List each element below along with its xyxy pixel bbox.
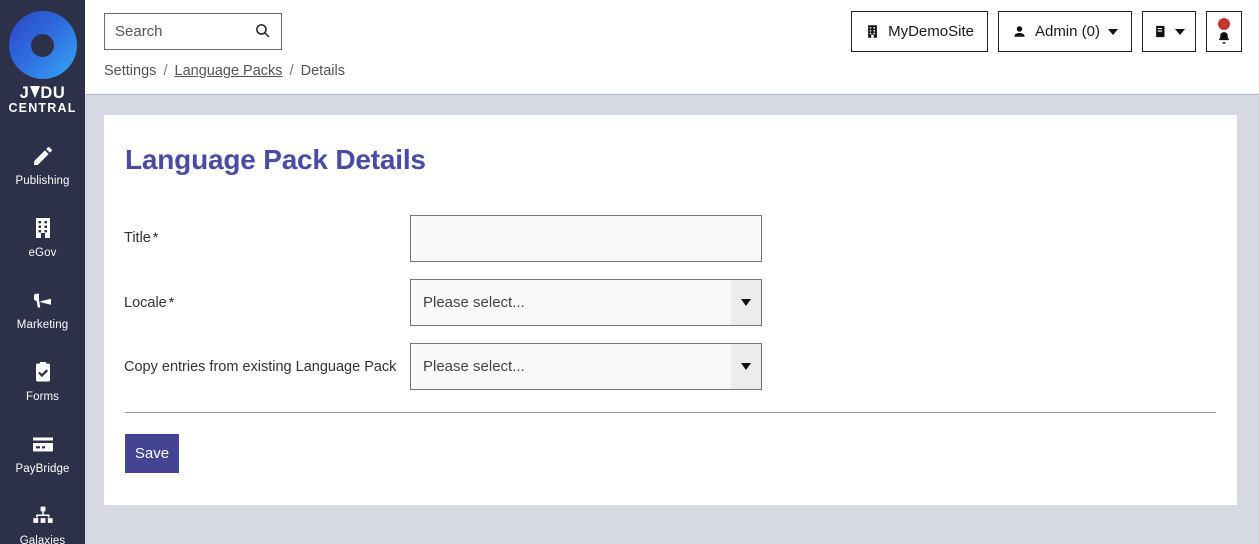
app-window: J DU CENTRAL Publishing eGov Marketing F…	[0, 0, 1259, 544]
form-row-title: Title *	[124, 215, 1217, 262]
notifications-button[interactable]	[1206, 11, 1242, 52]
sidebar-item-label: Publishing	[15, 174, 70, 187]
brand-logo[interactable]: J DU CENTRAL	[0, 0, 85, 115]
jadu-ring-logo-icon	[8, 11, 77, 79]
sidebar-item-label: eGov	[28, 246, 57, 259]
form-row-locale: Locale * Please select...	[124, 279, 1217, 326]
sidebar-item-egov[interactable]: eGov	[0, 201, 85, 273]
brand-subtitle: CENTRAL	[8, 101, 77, 116]
breadcrumb-item-details: Details	[300, 63, 345, 79]
sidebar-item-publishing[interactable]: Publishing	[0, 129, 85, 201]
form-label-text: Locale	[124, 295, 167, 311]
page-title: Language Pack Details	[125, 144, 426, 175]
user-icon	[1012, 23, 1027, 40]
form-label-copy-entries: Copy entries from existing Language Pack	[124, 343, 410, 377]
form-label-title: Title *	[124, 215, 410, 248]
clipboard-check-icon	[31, 360, 55, 384]
required-indicator: *	[152, 229, 159, 245]
sidebar-item-forms[interactable]: Forms	[0, 345, 85, 417]
sidebar-item-paybridge[interactable]: PayBridge	[0, 417, 85, 489]
copy-entries-select[interactable]: Please select...	[410, 343, 762, 390]
save-button[interactable]: Save	[125, 434, 179, 473]
main-area: Settings / Language Packs / Details MyDe…	[85, 0, 1259, 544]
megaphone-icon	[31, 288, 55, 312]
brand-name: J DU	[8, 84, 76, 102]
site-selector-label: MyDemoSite	[888, 23, 974, 40]
form-label-text: Copy entries from existing Language Pack	[124, 359, 397, 375]
bell-glyph	[1215, 30, 1233, 46]
required-indicator: *	[168, 294, 175, 310]
sidebar-item-label: Forms	[25, 390, 60, 403]
logo-hole	[31, 33, 54, 57]
chevron-down-icon[interactable]	[731, 344, 761, 389]
bell-icon	[1215, 17, 1233, 46]
form-row-copy-entries: Copy entries from existing Language Pack…	[124, 343, 1217, 390]
content-area: Language Pack Details Title * Locale * P…	[85, 95, 1259, 544]
search-input[interactable]	[105, 14, 245, 49]
sidebar-nav: Publishing eGov Marketing Forms PayBridg…	[0, 129, 85, 544]
locale-select[interactable]: Please select...	[410, 279, 762, 326]
form-label-text: Title	[124, 230, 151, 246]
sidebar-item-marketing[interactable]: Marketing	[0, 273, 85, 345]
chevron-down-icon[interactable]	[731, 280, 761, 325]
form-label-locale: Locale *	[124, 279, 410, 313]
search-box[interactable]	[104, 13, 282, 50]
sitemap-icon	[31, 504, 55, 528]
breadcrumb: Settings / Language Packs / Details	[104, 63, 345, 79]
sidebar: J DU CENTRAL Publishing eGov Marketing F…	[0, 0, 85, 544]
sidebar-item-label: PayBridge	[15, 462, 70, 475]
sidebar-item-label: Marketing	[16, 318, 69, 331]
form-control-title	[410, 215, 762, 262]
help-menu-button[interactable]	[1142, 11, 1196, 52]
pencil-icon	[31, 144, 55, 168]
brand-triangle-a-icon	[29, 86, 40, 98]
chevron-down-icon	[1108, 28, 1118, 35]
chevron-down-icon	[1175, 28, 1185, 35]
copy-entries-select-value: Please select...	[423, 358, 525, 375]
breadcrumb-item-settings[interactable]: Settings	[104, 63, 156, 79]
sidebar-item-galaxies[interactable]: Galaxies	[0, 489, 85, 544]
book-icon	[1153, 23, 1168, 40]
title-input[interactable]	[410, 215, 762, 262]
details-card: Language Pack Details Title * Locale * P…	[104, 115, 1237, 505]
locale-select-value: Please select...	[423, 294, 525, 311]
building-icon	[31, 216, 55, 240]
brand-name-part2: DU	[40, 84, 66, 102]
sidebar-item-label: Galaxies	[19, 534, 66, 544]
breadcrumb-separator: /	[289, 63, 294, 79]
notification-badge	[1218, 17, 1230, 30]
admin-menu-label: Admin (0)	[1034, 23, 1100, 40]
search-button[interactable]	[245, 14, 279, 49]
top-bar: Settings / Language Packs / Details MyDe…	[85, 0, 1259, 95]
breadcrumb-item-language-packs[interactable]: Language Packs	[175, 63, 283, 79]
building-icon	[865, 23, 880, 40]
language-pack-form: Title * Locale * Please select... Copy e…	[124, 215, 1217, 473]
form-control-copy-entries: Please select...	[410, 343, 762, 390]
credit-card-icon	[31, 432, 55, 456]
admin-menu-button[interactable]: Admin (0)	[997, 11, 1132, 52]
site-selector-button[interactable]: MyDemoSite	[851, 11, 988, 52]
form-control-locale: Please select...	[410, 279, 762, 326]
form-divider	[125, 412, 1216, 413]
top-bar-actions: MyDemoSite Admin (0)	[851, 11, 1242, 52]
brand-text: J DU CENTRAL	[8, 84, 77, 116]
search-icon	[254, 22, 271, 42]
breadcrumb-separator: /	[163, 63, 168, 79]
brand-name-part1: J	[19, 84, 30, 102]
